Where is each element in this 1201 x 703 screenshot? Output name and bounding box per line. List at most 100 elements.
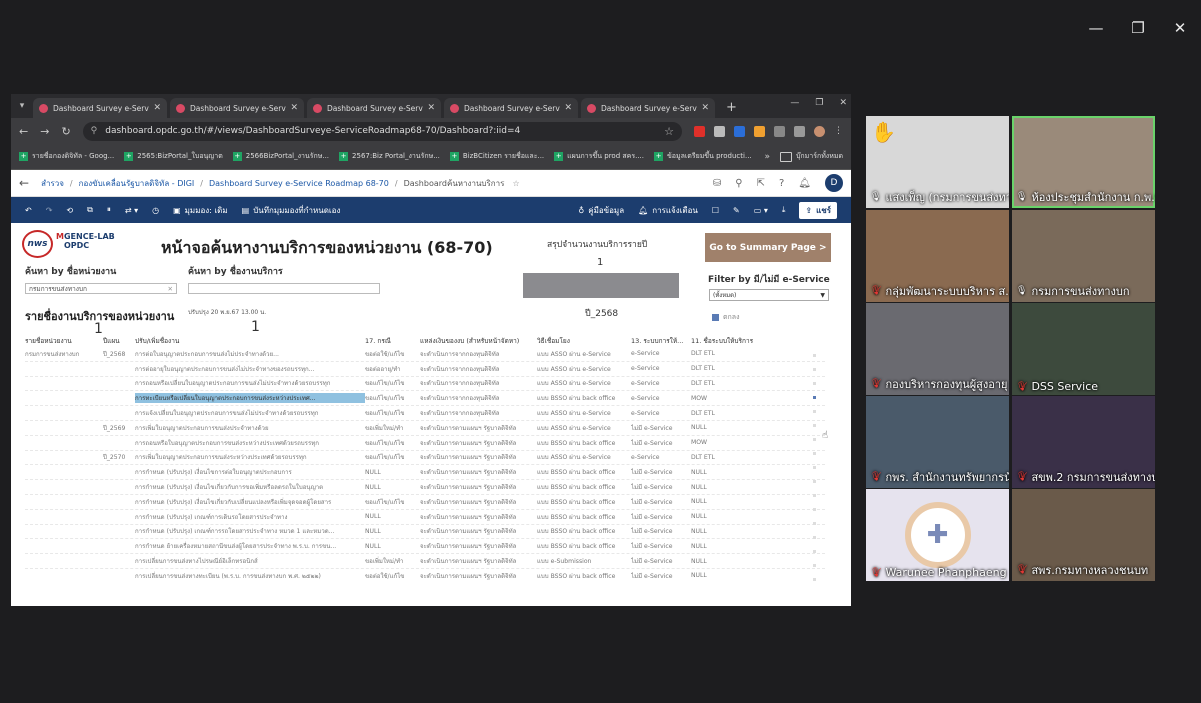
search-service-input[interactable] bbox=[188, 283, 380, 294]
refresh-icon[interactable]: ⧉ bbox=[87, 205, 93, 215]
bookmark-item[interactable]: + ข้อมูลเตรียมขึ้น producti... bbox=[654, 151, 752, 162]
table-row[interactable]: การกำหนด (ปรับปรุง) เงื่อนไขเกี่ยวกับเปล… bbox=[25, 495, 825, 510]
browser-minimize-icon[interactable]: — bbox=[790, 98, 799, 108]
tab-search-icon[interactable]: ▾ bbox=[11, 94, 33, 118]
browser-tab[interactable]: Dashboard Survey e-Service Roa ✕ bbox=[170, 98, 304, 118]
external-link-icon[interactable]: ⇱ bbox=[757, 178, 765, 189]
tab-close-icon[interactable]: ✕ bbox=[290, 103, 298, 113]
participant-tile[interactable]: 🎙︎̸ DSS Service bbox=[1012, 303, 1155, 395]
column-header[interactable]: 11. ชื่อระบบให้บริการ bbox=[691, 336, 761, 346]
participant-tile[interactable]: 🎙︎̸ กลุ่มพัฒนาระบบบริหาร ส.... bbox=[866, 210, 1009, 302]
table-row[interactable]: การกำหนด (ปรับปรุง) เงื่อนไขเกี่ยวกับการ… bbox=[25, 480, 825, 495]
back-icon[interactable]: ← bbox=[19, 125, 28, 138]
puzzle-icon[interactable] bbox=[774, 125, 785, 137]
browser-tab[interactable]: Dashboard Survey e-Service Roa ✕ bbox=[581, 98, 715, 118]
table-cell[interactable]: การเปลี่ยนการขนส่งทางทะเบียน (พ.ร.บ. การ… bbox=[135, 571, 365, 581]
menu-icon[interactable]: ⋮ bbox=[834, 126, 843, 137]
forward-icon[interactable]: → bbox=[40, 125, 49, 138]
tab-close-icon[interactable]: ✕ bbox=[564, 103, 572, 113]
browser-tab[interactable]: Dashboard Survey e-Service Roa ✕ bbox=[33, 98, 167, 118]
filter-select[interactable]: (ทั้งหมด) ▼ bbox=[709, 289, 829, 301]
column-header[interactable]: แหล่งเงินของงบ (สำหรับหน้าจัดหา) bbox=[420, 336, 537, 346]
table-row[interactable]: การทะเบียนหรือเปลี่ยนใบอนุญาตประกอบการขน… bbox=[25, 391, 825, 407]
table-cell[interactable]: การเพิ่มใบอนุญาตประกอบการขนส่งประจำทางด้… bbox=[135, 423, 365, 433]
bookmark-item[interactable]: + BizBCitizen รายชื่อและ... bbox=[449, 151, 544, 162]
custom-view-button[interactable]: ▤ บันทึกมุมมองที่กำหนดเอง bbox=[242, 204, 341, 217]
column-header[interactable]: ปีแผน bbox=[103, 336, 135, 346]
all-bookmarks-folder[interactable]: บุ๊กมาร์กทั้งหมด bbox=[779, 151, 843, 162]
notifications-icon[interactable]: 🔔︎ bbox=[798, 178, 811, 189]
participant-tile[interactable]: ✚ 🎙︎̸ Warunee Phanphaeng bbox=[866, 489, 1009, 581]
table-cell[interactable]: การเปลี่ยนการขนส่งทางไปรษณีย์อิเล็กทรอนิ… bbox=[135, 556, 365, 566]
table-cell[interactable]: การกำหนด (ปรับปรุง) เกณฑ์การเดินรถโดยสาร… bbox=[135, 512, 365, 522]
participant-tile[interactable]: 🎙︎ กรมการขนส่งทางบก bbox=[1012, 210, 1155, 302]
table-row[interactable]: การกำหนด (ปรับปรุง) เงื่อนไขการต่อใบอนุญ… bbox=[25, 465, 825, 481]
download-icon[interactable] bbox=[794, 125, 805, 137]
table-cell[interactable]: การกำหนด (ปรับปรุง) เกณฑ์การรถโดยสารประจ… bbox=[135, 526, 365, 536]
participant-tile[interactable]: 🎙︎̸ กองบริหารกองทุนผู้สูงอายุ bbox=[866, 303, 1009, 395]
minimize-icon[interactable]: — bbox=[1075, 16, 1117, 40]
breadcrumb-workbook[interactable]: Dashboard Survey e-Service Roadmap 68-70 bbox=[209, 179, 389, 188]
participant-tile[interactable]: 🎙︎̸ สขพ.2 กรมการขนส่งทางบก bbox=[1012, 396, 1155, 488]
back-arrow-icon[interactable]: ← bbox=[19, 176, 29, 190]
pdf-extension-icon[interactable] bbox=[694, 125, 705, 137]
annotate-icon[interactable]: ✎ bbox=[733, 206, 740, 215]
profile-icon[interactable] bbox=[814, 125, 825, 137]
table-row[interactable]: การต่ออายุใบอนุญาตประกอบการขนส่งไม่ประจำ… bbox=[25, 362, 825, 377]
go-to-summary-button[interactable]: Go to Summary Page > bbox=[705, 233, 831, 262]
avatar[interactable]: D bbox=[825, 174, 843, 192]
bookmark-star-icon[interactable]: ☆ bbox=[664, 125, 674, 138]
alerts-button[interactable]: 🔔︎ การแจ้งเตือน bbox=[638, 204, 698, 217]
tab-close-icon[interactable]: ✕ bbox=[153, 103, 161, 113]
table-row[interactable]: กรมการขนส่งทางบก ปี_2568 การต่อใบอนุญาตประ… bbox=[25, 347, 825, 362]
clear-icon[interactable]: ✕ bbox=[168, 284, 173, 294]
table-cell[interactable]: การต่อใบอนุญาตประกอบการขนส่งไม่ประจำทางด… bbox=[135, 349, 365, 359]
summary-bar[interactable] bbox=[523, 273, 679, 298]
table-cell[interactable]: การกำหนด (ปรับปรุง) เงื่อนไขการต่อใบอนุญ… bbox=[135, 467, 365, 477]
metrics-icon[interactable]: ◷ bbox=[152, 206, 159, 215]
table-row[interactable]: การเปลี่ยนการขนส่งทางไปรษณีย์อิเล็กทรอนิ… bbox=[25, 554, 825, 569]
download-icon[interactable]: ⤓ bbox=[782, 205, 786, 215]
table-cell[interactable]: การถอนหรือเปลี่ยนใบอนุญาตประกอบการขนส่งไ… bbox=[135, 378, 365, 388]
column-header[interactable]: 13. ระบบการให้... bbox=[631, 336, 691, 346]
search-icon[interactable]: ⚲ bbox=[735, 178, 742, 189]
pause-icon[interactable]: ⏸︎ bbox=[107, 205, 111, 215]
table-cell[interactable]: การกำหนด (ปรับปรุง) เงื่อนไขเกี่ยวกับเปล… bbox=[135, 497, 365, 507]
bookmark-item[interactable]: + รายชื่อกองดิจิทัล - Goog... bbox=[19, 151, 114, 162]
camera-extension-icon[interactable] bbox=[714, 125, 725, 137]
column-header[interactable]: ปรับ/เพิ่มชื่องาน bbox=[135, 336, 365, 346]
table-cell[interactable]: การแจ้งเปลี่ยนใบอนุญาตประกอบการขนส่งไม่ป… bbox=[135, 408, 365, 418]
bookmark-item[interactable]: +2565:BizPortal_ใบอนุญาต bbox=[124, 151, 223, 162]
data-source-icon[interactable]: ⛁ bbox=[713, 178, 721, 189]
table-row[interactable]: การกำหนด (ปรับปรุง) เกณฑ์การรถโดยสารประจ… bbox=[25, 525, 825, 540]
tab-close-icon[interactable]: ✕ bbox=[701, 103, 709, 113]
comment-icon[interactable]: ☐ bbox=[712, 206, 719, 215]
present-icon[interactable]: ▭ ▾ bbox=[754, 206, 768, 215]
close-icon[interactable]: ✕ bbox=[1159, 16, 1201, 40]
tab-close-icon[interactable]: ✕ bbox=[427, 103, 435, 113]
table-cell[interactable]: การทะเบียนหรือเปลี่ยนใบอนุญาตประกอบการขน… bbox=[135, 393, 365, 404]
table-cell[interactable]: การกำหนด ย้ายเครื่องหมายสถานีขนส่งผู้โดย… bbox=[135, 541, 365, 551]
table-cell[interactable]: การถอนหรือใบอนุญาตประกอบการขนส่งระหว่างป… bbox=[135, 438, 365, 448]
breadcrumb-project[interactable]: กองขับเคลื่อนรัฐบาลดิจิทัล - DIGI bbox=[79, 177, 195, 190]
browser-restore-icon[interactable]: ❐ bbox=[815, 98, 823, 108]
table-cell[interactable]: การเพิ่มใบอนุญาตประกอบการขนส่งระหว่างประ… bbox=[135, 452, 365, 462]
extension-icon[interactable] bbox=[754, 125, 765, 137]
redo-icon[interactable]: ↷ bbox=[46, 206, 53, 215]
table-cell[interactable]: การกำหนด (ปรับปรุง) เงื่อนไขเกี่ยวกับการ… bbox=[135, 482, 365, 492]
browser-close-icon[interactable]: ✕ bbox=[839, 98, 847, 108]
bookmark-item[interactable]: +2567:Biz Portal_งานรักษ... bbox=[339, 151, 440, 162]
table-row[interactable]: ปี_2569 การเพิ่มใบอนุญาตประกอบการขนส่งประ… bbox=[25, 421, 825, 436]
column-header[interactable]: 17. กรณี bbox=[365, 336, 420, 346]
share-button[interactable]: ⇪ แชร์ bbox=[799, 201, 837, 219]
column-header[interactable]: วิธีเชื่อมโยง bbox=[537, 336, 631, 346]
column-header[interactable]: รายชื่อหน่วยงาน bbox=[25, 336, 103, 346]
table-row[interactable]: การถอนหรือใบอนุญาตประกอบการขนส่งระหว่างป… bbox=[25, 436, 825, 451]
reload-icon[interactable]: ↻ bbox=[61, 125, 70, 138]
participant-tile[interactable]: 🎙︎̸ สพร.กรมทางหลวงชนบท bbox=[1012, 489, 1155, 581]
browser-tab[interactable]: Dashboard Survey e-Service Roa ✕ bbox=[307, 98, 441, 118]
bookmark-item[interactable]: +2566BizPortal_งานรักษ... bbox=[232, 151, 329, 162]
participant-tile[interactable]: ✋ 🎙︎แสงเพ็ญ (กรมการขนส่งทางบก) bbox=[866, 116, 1009, 208]
data-guide-button[interactable]: ♁ คู่มือข้อมูล bbox=[578, 204, 624, 217]
revert-icon[interactable]: ⟲ bbox=[66, 206, 73, 215]
